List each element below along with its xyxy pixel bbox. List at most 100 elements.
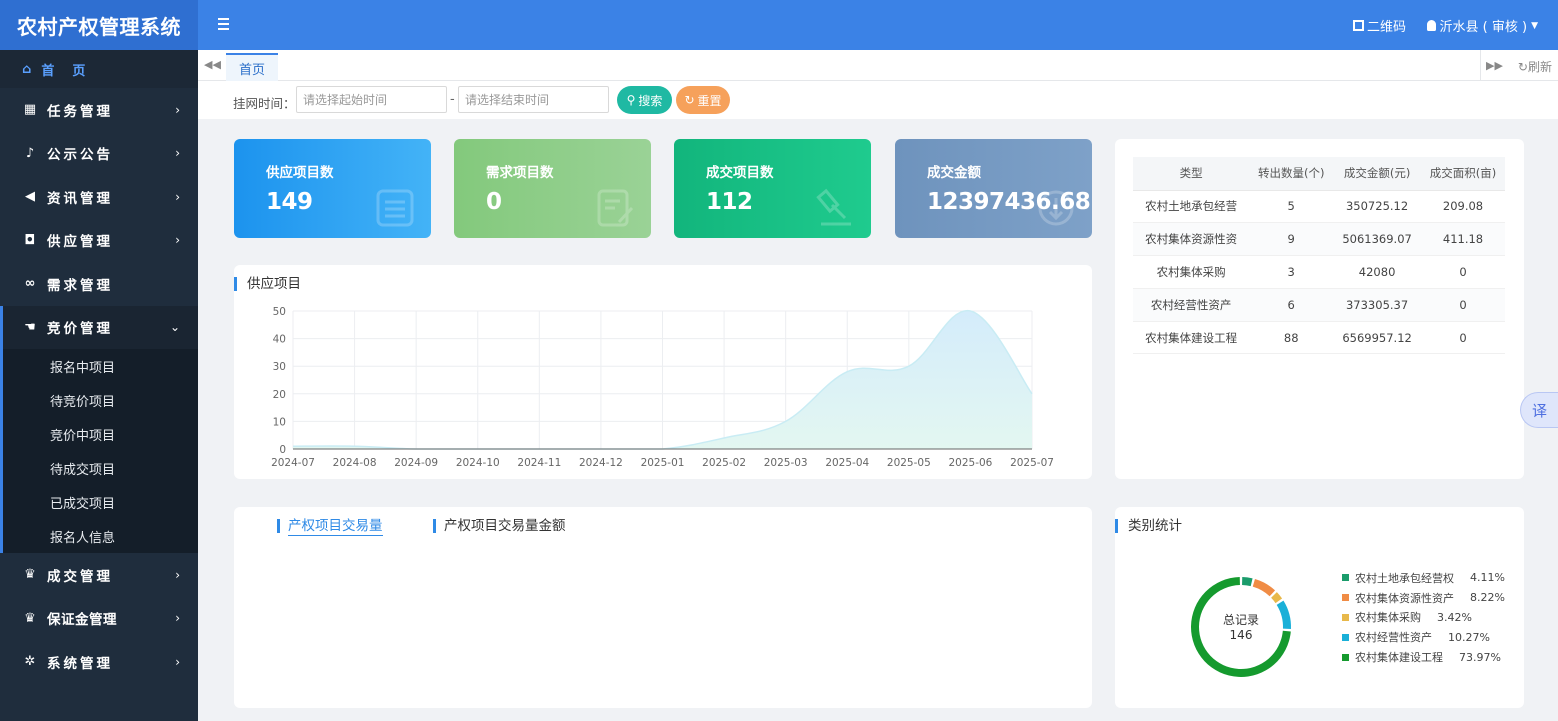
table-cell: 农村经营性资产 [1133,288,1250,322]
donut-legend: 农村土地承包经营权 4.11% 农村集体资源性资产 8.22% 农村集体采购 3.42… [1342,568,1505,667]
reset-button[interactable]: ↻ 重置 [676,86,730,114]
stat-title: 需求项目数 [486,165,554,181]
user-label: 沂水县 ( 审核 ) [1439,20,1528,35]
supply-chart-title: 供应项目 [234,277,301,291]
tab-bar: ◀◀ 首页 ▶▶ ↻刷新 [198,50,1558,81]
stat-card-amount: 成交金额 12397436.68 [895,139,1092,238]
column-header: 成交面积(亩) [1421,157,1505,191]
table-cell: 0 [1421,255,1505,289]
start-time-input[interactable]: 请选择起始时间 [296,86,447,113]
table-cell: 373305.37 [1333,288,1421,322]
legend-item[interactable]: 农村集体采购 3.42% [1342,608,1505,628]
chevron-right-icon: › [175,233,180,248]
donut-center: 总记录 146 [1191,613,1291,643]
table-row: 农村集体建设工程 88 6569957.12 0 [1133,321,1505,355]
qr-code-label: 二维码 [1366,20,1406,35]
user-icon [1426,20,1436,31]
money-icon [1038,190,1074,226]
legend-swatch [1342,653,1349,661]
sidebar-item-news[interactable]: ◀ 资讯管理 › [0,175,198,219]
sidebar-item-bidding[interactable]: ☚ 竞价管理 ⌄ [0,305,198,349]
table-cell: 350725.12 [1333,190,1421,224]
qr-code-button[interactable]: 二维码 [1352,16,1406,35]
sidebar-item-label: 需求管理 [47,277,113,294]
submenu-item[interactable]: 报名中项目 [3,349,198,383]
sidebar-item-label: 任务管理 [47,103,113,120]
chevron-right-icon: › [175,567,180,582]
qrcode-icon [1352,20,1364,31]
stat-card-supply: 供应项目数 149 [234,139,431,238]
sidebar-item-tasks[interactable]: ▦ 任务管理 › [0,88,198,132]
chevron-down-icon: ⌄ [169,320,180,335]
sidebar-item-label: 资讯管理 [47,190,113,207]
chevron-right-icon: › [175,611,180,626]
car-icon: ◘ [24,232,36,248]
column-header: 转出数量(个) [1249,157,1334,191]
stat-card-demand: 需求项目数 0 [454,139,651,238]
backward-icon[interactable]: ◀◀ [204,58,221,71]
stat-title: 成交项目数 [706,165,774,181]
table-cell: 农村土地承包经营 [1133,190,1250,224]
sidebar-item-system[interactable]: ✲ 系统管理 › [0,640,198,684]
sidebar-item-label: 保证金管理 [47,612,117,629]
sidebar-item-deposit[interactable]: ♛ 保证金管理 › [0,597,198,641]
sidebar-item-supply[interactable]: ◘ 供应管理 › [0,219,198,263]
menu-toggle-icon[interactable] [218,15,234,33]
table-cell: 0 [1421,288,1505,322]
handshake-icon: ∞ [24,276,36,292]
legend-item[interactable]: 农村集体资源性资产 8.22% [1342,588,1505,608]
legend-item[interactable]: 农村土地承包经营权 4.11% [1342,568,1505,588]
sidebar-item-deals[interactable]: ♛ 成交管理 › [0,553,198,597]
bell-icon: ♪ [25,145,35,161]
tab-transaction-amount[interactable]: 产权项目交易量金额 [433,519,566,533]
donut-center-label: 总记录 [1222,613,1259,627]
bidding-submenu: 报名中项目 待竞价项目 竞价中项目 待成交项目 已成交项目 报名人信息 [0,349,198,553]
sidebar-item-label: 供应管理 [47,234,113,251]
submenu-item[interactable]: 竞价中项目 [3,417,198,451]
table-cell: 88 [1249,321,1334,355]
table-cell: 6569957.12 [1333,321,1421,355]
submenu-item[interactable]: 待成交项目 [3,451,198,485]
date-separator: - [450,92,455,107]
legend-percent: 8.22% [1470,591,1505,605]
transaction-panel [234,507,1092,708]
user-menu[interactable]: 沂水县 ( 审核 ) ▼ [1426,16,1538,35]
legend-swatch [1342,574,1349,582]
table-header-row: 类型 转出数量(个) 成交金额(元) 成交面积(亩) [1133,157,1505,191]
calendar-icon: ▦ [23,102,37,118]
gear-icon: ✲ [24,654,36,670]
end-time-input[interactable]: 请选择结束时间 [458,86,609,113]
refresh-button[interactable]: ↻刷新 [1518,58,1552,75]
sidebar-item-label: 公示公告 [47,147,113,164]
table-cell: 6 [1249,288,1334,322]
table-cell: 209.08 [1421,190,1505,224]
table-cell: 农村集体建设工程 [1133,321,1250,355]
sidebar-item-demand[interactable]: ∞ 需求管理 [0,262,198,306]
refresh-label: 刷新 [1527,60,1552,74]
legend-name: 农村集体资源性资产 [1355,591,1454,605]
search-button[interactable]: ⚲ 搜索 [617,86,672,114]
sidebar-item-label: 竞价管理 [47,321,113,338]
tab-home[interactable]: 首页 [226,53,279,81]
stat-title: 供应项目数 [266,165,334,181]
stat-title: 成交金额 [927,165,981,181]
translate-button[interactable]: 译 [1520,392,1558,428]
top-navbar: 二维码 沂水县 ( 审核 ) ▼ [198,0,1558,50]
sidebar-item-home[interactable]: ⌂ 首页 [0,50,198,88]
refresh-icon: ↻ [1517,60,1528,74]
legend-item[interactable]: 农村经营性资产 10.27% [1342,627,1505,647]
table-row: 农村经营性资产 6 373305.37 0 [1133,288,1505,322]
trophy-icon: ♛ [24,567,36,583]
sidebar-item-announcements[interactable]: ♪ 公示公告 › [0,132,198,176]
list-icon [376,189,414,227]
listing-time-label: 挂网时间： [233,96,296,111]
forward-icon[interactable]: ▶▶ [1480,50,1508,80]
table-cell: 农村集体资源性资 [1133,222,1250,257]
submenu-item[interactable]: 报名人信息 [3,519,198,553]
submenu-item[interactable]: 已成交项目 [3,485,198,519]
legend-swatch [1342,594,1349,602]
submenu-item[interactable]: 待竞价项目 [3,383,198,417]
tab-transaction-volume[interactable]: 产权项目交易量 [277,518,383,536]
legend-item[interactable]: 农村集体建设工程 73.97% [1342,647,1505,667]
column-header: 类型 [1133,157,1250,191]
